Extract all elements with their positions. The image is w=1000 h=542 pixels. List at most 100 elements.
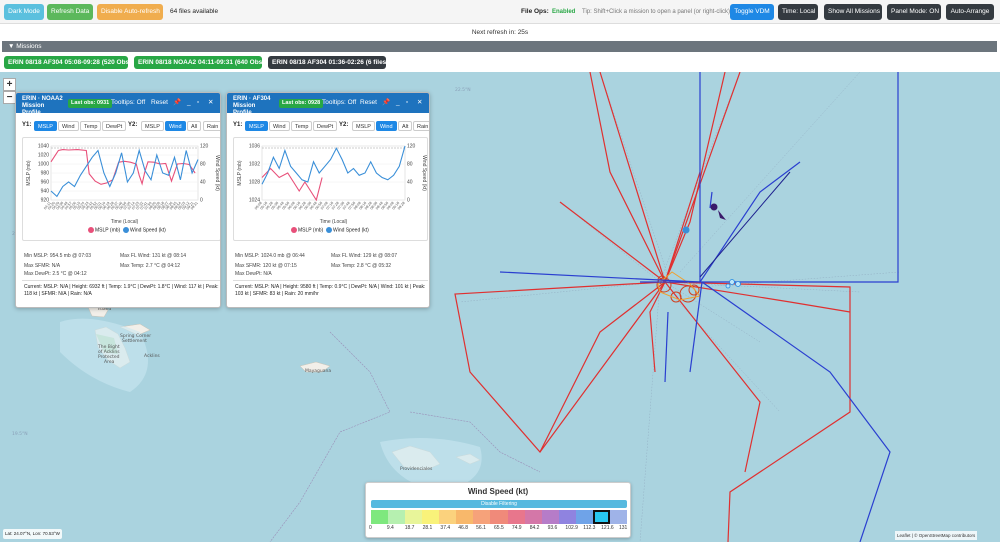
past-track-lines <box>459 72 901 542</box>
y2-mslp-button[interactable]: MSLP <box>141 121 164 131</box>
wind-color-swatch[interactable] <box>473 510 491 524</box>
y1-wind-button[interactable]: Wind <box>58 121 79 131</box>
navy-flight-path <box>699 171 791 278</box>
y2-alt-button[interactable]: Alt <box>398 121 413 131</box>
y1-dewpt-button[interactable]: DewPt <box>313 121 338 131</box>
stat-max-fl-wind: Max FL Wind: 129 kt @ 08:07 <box>331 253 398 259</box>
y2-mslp-button[interactable]: MSLP <box>352 121 375 131</box>
wind-color-swatch[interactable] <box>558 510 576 524</box>
aircraft-marker-af304 <box>710 203 718 211</box>
close-icon[interactable]: ✕ <box>208 99 213 107</box>
wind-color-swatch[interactable] <box>524 510 542 524</box>
wind-color-swatch[interactable] <box>405 510 423 524</box>
close-icon[interactable]: ✕ <box>417 99 422 107</box>
panel-mode-button[interactable]: Panel Mode: ON <box>887 4 941 20</box>
y2-wind-button[interactable]: Wind <box>376 121 397 131</box>
wind-scale-tick: 65.5 <box>494 525 504 531</box>
minimize-icon[interactable]: _ <box>396 99 400 107</box>
aircraft-marker-noaa2 <box>682 226 690 234</box>
pin-icon[interactable]: 📌 <box>173 99 181 107</box>
mission-profile-panel-noaa2[interactable]: ERIN · NOAA2 Mission Profile Last obs: 09… <box>15 92 221 308</box>
wind-color-swatch[interactable] <box>575 510 593 524</box>
x-axis-title: Time (Local) <box>320 219 348 225</box>
zoom-in-button[interactable]: + <box>3 78 16 91</box>
aircraft-heading-icon <box>718 210 726 220</box>
y2-tick-label: 80 <box>200 162 206 168</box>
files-available-text: 64 files available <box>170 8 219 15</box>
missions-header[interactable]: ▼ Missions <box>2 41 997 52</box>
panel-header[interactable]: ERIN · NOAA2 Mission Profile Last obs: 09… <box>16 93 220 116</box>
chart-svg: 10361032102810241208040005:0805:1805:280… <box>237 144 427 226</box>
wind-color-swatch[interactable] <box>422 510 440 524</box>
y1-mslp-button[interactable]: MSLP <box>34 121 57 131</box>
wind-speed-series <box>261 145 406 185</box>
mission-profile-chart[interactable]: 1040 1020 1000 980 960 940 920 120 80 40 0 04:11 04:… <box>22 137 220 241</box>
y2-tick-label: 40 <box>200 180 206 186</box>
tooltips-toggle[interactable]: Tooltips: Off <box>322 99 356 107</box>
show-all-missions-button[interactable]: Show All Missions <box>824 4 882 20</box>
mission-tab-af304-0508[interactable]: ERIN 08/18 AF304 05:08-09:28 (520 Obs) <box>4 56 131 69</box>
wind-color-swatch[interactable] <box>456 510 474 524</box>
y2-all-button[interactable]: All <box>187 121 202 131</box>
mission-tab-af304-0136[interactable]: ERIN 08/18 AF304 01:36-02:26 (6 files) <box>268 56 388 69</box>
divider <box>22 280 220 281</box>
y1-tick-label: 1040 <box>38 144 49 150</box>
disable-auto-refresh-button[interactable]: Disable Auto-refresh <box>97 4 163 20</box>
y1-tick-label: 980 <box>41 171 50 177</box>
wind-color-swatch[interactable] <box>490 510 508 524</box>
stat-max-temp: Max Temp: 2.8 °C @ 05:32 <box>331 263 392 269</box>
wind-scale-tick: 93.6 <box>547 525 558 531</box>
dark-mode-button[interactable]: Dark Mode <box>4 4 44 20</box>
wind-color-swatch[interactable] <box>541 510 559 524</box>
wind-scale-tick: 121.6 <box>601 525 614 531</box>
tooltips-toggle[interactable]: Tooltips: Off <box>111 99 145 107</box>
map-label-acklins: Acklins <box>144 354 160 359</box>
disable-filtering-button[interactable]: Disable Filtering <box>371 500 627 508</box>
panel-title: ERIN · AF304 Mission Profile <box>233 96 271 116</box>
y2-rain-button[interactable]: Rain <box>413 121 429 131</box>
wind-scale-tick: 18.7 <box>404 525 415 531</box>
wind-color-swatch[interactable] <box>507 510 525 524</box>
y2-tick-label: 0 <box>407 198 410 204</box>
wind-color-swatch[interactable] <box>592 510 610 524</box>
y1-mslp-button[interactable]: MSLP <box>245 121 268 131</box>
auto-arrange-button[interactable]: Auto-Arrange <box>946 4 994 20</box>
y1-wind-button[interactable]: Wind <box>269 121 290 131</box>
mission-profile-panel-af304[interactable]: ERIN · AF304 Mission Profile Last obs: 09… <box>226 92 430 308</box>
wind-color-swatch[interactable] <box>388 510 406 524</box>
toggle-vdm-button[interactable]: Toggle VDM <box>730 4 774 20</box>
mission-profile-chart[interactable]: 1036 1032 1028 1024 120 80 40 0 05:08 05:18 05:28 0… <box>233 137 428 241</box>
stat-max-dewpt: Max DewPt: 2.5 °C @ 04:12 <box>24 271 87 277</box>
time-mode-button[interactable]: Time: Local <box>778 4 818 20</box>
panel-header[interactable]: ERIN · AF304 Mission Profile Last obs: 09… <box>227 93 429 116</box>
wind-color-swatch[interactable] <box>609 510 627 524</box>
y2-wind-button[interactable]: Wind <box>165 121 186 131</box>
y1-temp-button[interactable]: Temp <box>80 121 102 131</box>
y1-temp-button[interactable]: Temp <box>291 121 313 131</box>
restore-icon[interactable]: ▫ <box>406 99 408 107</box>
blue-flight-track <box>499 72 899 542</box>
restore-icon[interactable]: ▫ <box>197 99 199 107</box>
pin-icon[interactable]: 📌 <box>382 99 390 107</box>
last-obs-badge: Last obs: 0928 <box>279 99 324 108</box>
reset-button[interactable]: Reset <box>360 99 377 107</box>
wind-color-swatch[interactable] <box>371 510 389 524</box>
y2-rain-button[interactable]: Rain <box>203 121 220 131</box>
next-refresh-text: Next refresh in: 25s <box>0 25 1000 40</box>
chart-svg: 1040102010009809609409201208040004:1104:… <box>26 144 220 226</box>
file-ops-label: File Ops: <box>521 8 549 15</box>
wind-color-swatch[interactable] <box>439 510 457 524</box>
legend-wind-swatch <box>325 227 332 233</box>
y2-axis-title: Wind Speed (kt) <box>214 155 220 191</box>
wind-legend-title: Wind Speed (kt) <box>467 487 529 496</box>
minimize-icon[interactable]: _ <box>187 99 191 107</box>
current-readout: Current: MSLP: N/A | Height: 6932 ft | T… <box>24 284 219 297</box>
mission-tab-noaa2-0411[interactable]: ERIN 08/18 NOAA2 04:11-09:31 (640 Obs) <box>134 56 264 69</box>
map-attribution[interactable]: Leaflet | © OpenStreetMap contributors <box>895 531 978 540</box>
legend-wind-label: Wind Speed (kt) <box>332 227 369 234</box>
y1-dewpt-button[interactable]: DewPt <box>102 121 127 131</box>
y1-label: Y1: <box>22 122 32 128</box>
y1-tick-label: 1020 <box>38 153 49 159</box>
refresh-data-button[interactable]: Refresh Data <box>47 4 93 20</box>
reset-button[interactable]: Reset <box>151 99 168 107</box>
